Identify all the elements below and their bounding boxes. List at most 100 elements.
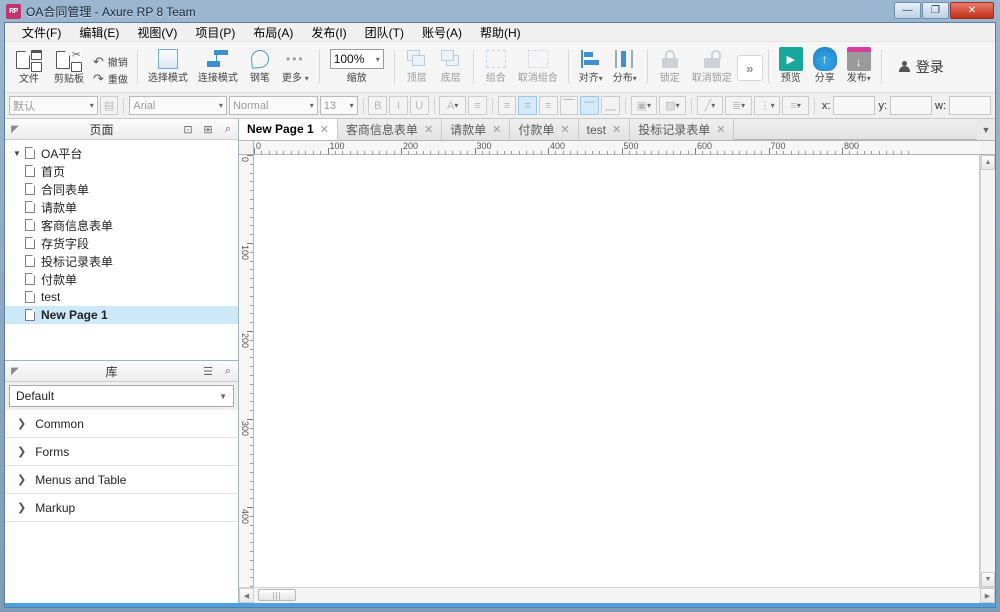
more-tools-button[interactable]: ••• 更多 ▾ [277,44,314,84]
tab-test[interactable]: test ✕ [578,119,631,140]
publish-button[interactable]: ↓ 发布▾ [842,44,876,84]
arrow-style-button[interactable]: ⋮ ▾ [753,96,781,115]
send-back-button[interactable]: 底层 [434,44,468,84]
library-menu-icon[interactable]: ☰ [198,365,218,378]
close-icon[interactable]: ✕ [320,123,329,136]
tree-item-oa-platform[interactable]: ▼ OA平台 [5,144,238,162]
tab-payment-request[interactable]: 请款单 ✕ [442,119,511,140]
tree-item-inventory-field[interactable]: 存货字段 [5,234,238,252]
horizontal-ruler[interactable]: 0 100 200 300 400 500 600 700 800 [254,141,980,155]
minimize-button[interactable]: — [894,2,921,19]
maximize-button[interactable]: ❐ [922,2,949,19]
toolbar-overflow-button[interactable]: » [736,55,763,81]
group-button[interactable]: 组合 [479,44,513,84]
tree-item-contract-form[interactable]: 合同表单 [5,180,238,198]
select-mode-button[interactable]: 选择模式 [143,44,193,84]
tree-item-customer-info-form[interactable]: 客商信息表单 [5,216,238,234]
zoom-dropdown[interactable]: 100% ▾ [329,49,384,69]
font-weight-dropdown[interactable]: Normal ▾ [228,96,318,115]
close-icon[interactable]: ✕ [424,123,433,136]
close-icon[interactable]: ✕ [492,123,501,136]
menu-view[interactable]: 视图(V) [128,23,186,43]
bold-button[interactable]: B [368,96,388,115]
tab-bid-record-form[interactable]: 投标记录表单 ✕ [630,119,735,140]
tree-item-payment-request[interactable]: 请款单 [5,198,238,216]
align-left-button[interactable]: ≡ [497,96,517,115]
line-width-button[interactable]: ╱ ▾ [696,96,724,115]
align-center-button[interactable]: ≡ [518,96,537,115]
vertical-ruler[interactable]: 0100200300400500 [239,155,254,587]
cut-scissors-icon[interactable]: ✂ [71,50,82,61]
menu-team[interactable]: 团队(T) [356,23,413,43]
preview-button[interactable]: ▶ 预览 [774,44,808,84]
undo-button[interactable]: ↶ 撤销 [93,53,128,70]
tree-item-payment-form[interactable]: 付款单 [5,270,238,288]
zoom-control[interactable]: 100% ▾ 缩放 [325,44,389,84]
vertical-scroll-track[interactable] [981,170,995,572]
vertical-scrollbar[interactable]: ▲ ▼ [980,155,995,587]
ungroup-button[interactable]: 取消组合 [513,44,563,84]
font-size-dropdown[interactable]: 13 ▾ [319,96,358,115]
more-text-options-button[interactable]: ≡ [468,96,487,115]
copy-icon[interactable] [71,62,82,72]
menu-edit[interactable]: 编辑(E) [70,23,128,43]
menu-file[interactable]: 文件(F) [13,23,70,43]
library-section-common[interactable]: ❯ Common [5,410,238,438]
pages-tree[interactable]: ▼ OA平台 首页 合同表单 请款单 客商信息表单 存货字段 投标记录表单 付款… [5,140,238,360]
close-icon[interactable]: ✕ [716,123,725,136]
open-folder-icon[interactable] [31,62,42,72]
align-bottom-button[interactable]: ⎽ [601,96,620,115]
library-collapse-icon[interactable]: ◤ [5,366,25,377]
align-top-button[interactable]: ⎺ [559,96,579,115]
clipboard-button[interactable]: ✂ 剪贴板 [49,44,89,86]
line-color-button[interactable]: ▨ ▾ [659,96,686,115]
distribute-button[interactable]: 分布▾ [608,44,642,84]
search-icon[interactable]: ⌕ [218,123,238,136]
align-middle-button[interactable]: ⎻ [580,96,599,115]
pages-collapse-icon[interactable]: ◤ [5,124,25,135]
add-folder-icon[interactable]: ⊞ [198,123,218,136]
tab-overflow-icon[interactable]: ▼ [977,119,995,140]
scroll-right-button[interactable]: ▶ [980,588,995,603]
font-family-dropdown[interactable]: Arial ▾ [129,96,227,115]
tab-payment-form[interactable]: 付款单 ✕ [510,119,579,140]
x-input[interactable] [833,96,876,115]
menu-help[interactable]: 帮助(H) [471,23,530,43]
w-input[interactable] [949,96,991,115]
pen-tool-button[interactable]: 钢笔 [243,44,277,84]
scroll-up-button[interactable]: ▲ [981,155,995,170]
widget-style-dropdown[interactable]: 默认 ▾ [9,96,98,115]
align-button[interactable]: 对齐▾ [574,44,608,84]
horizontal-scroll-track[interactable]: ||| [254,588,980,603]
menu-layout[interactable]: 布局(A) [244,23,302,43]
menu-project[interactable]: 项目(P) [186,23,244,43]
scroll-down-button[interactable]: ▼ [981,572,995,587]
library-selector-dropdown[interactable]: Default ▼ [9,385,234,407]
italic-button[interactable]: I [389,96,408,115]
tree-item-bid-record-form[interactable]: 投标记录表单 [5,252,238,270]
bring-front-button[interactable]: 顶层 [400,44,434,84]
library-section-forms[interactable]: ❯ Forms [5,438,238,466]
library-section-markup[interactable]: ❯ Markup [5,494,238,522]
close-icon[interactable]: ✕ [560,123,569,136]
library-section-menus-and-table[interactable]: ❯ Menus and Table [5,466,238,494]
connect-mode-button[interactable]: 连接模式 [193,44,243,84]
corner-style-button[interactable]: ≡ ▾ [782,96,809,115]
scroll-left-button[interactable]: ◀ [239,588,254,603]
tab-customer-info-form[interactable]: 客商信息表单 ✕ [337,119,443,140]
ruler-corner[interactable] [239,141,254,155]
lock-button[interactable]: 锁定 [653,44,687,84]
menu-publish[interactable]: 发布(I) [302,23,355,43]
tree-item-home[interactable]: 首页 [5,162,238,180]
design-canvas[interactable] [254,155,980,587]
redo-button[interactable]: ↷ 重做 [93,70,128,87]
menu-account[interactable]: 账号(A) [413,23,471,43]
add-page-icon[interactable]: ⊡ [178,123,198,136]
align-right-button[interactable]: ≡ [538,96,558,115]
expand-triangle-icon[interactable]: ▼ [13,149,25,158]
fill-color-button[interactable]: ▣ ▾ [630,96,658,115]
tree-item-new-page-1[interactable]: New Page 1 [5,306,238,324]
style-manager-button[interactable]: ▤ [99,96,119,115]
line-style-button[interactable]: ≣ ▾ [725,96,752,115]
file-button[interactable]: 文件 [9,44,49,85]
